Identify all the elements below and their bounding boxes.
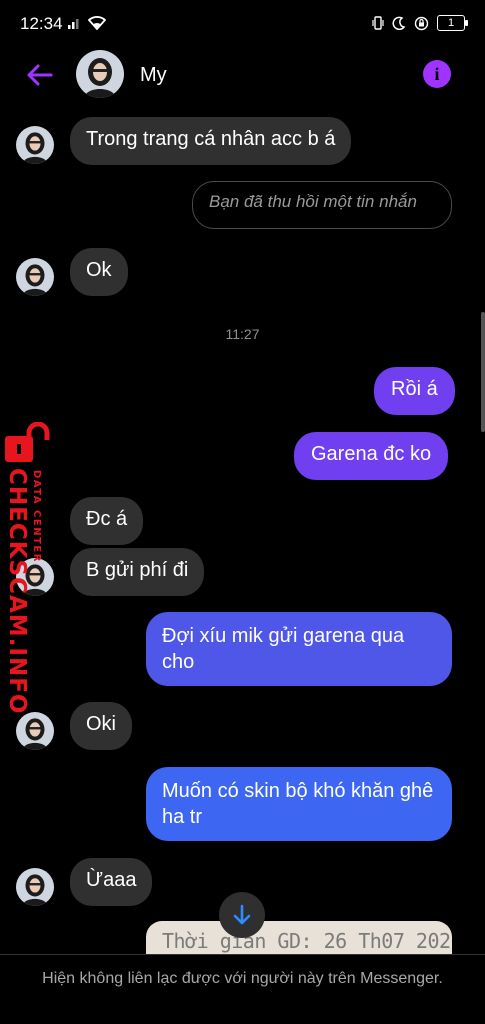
status-time: 12:34 [20, 14, 63, 33]
status-right-icons: 1 [372, 15, 468, 31]
outgoing-message[interactable]: Đợi xíu mik gửi garena qua cho [146, 612, 452, 686]
sender-avatar[interactable] [16, 868, 54, 906]
watermark-tagline: DATA CENTER [31, 470, 42, 563]
contact-avatar[interactable] [76, 50, 124, 98]
image-message-text: Thời gian GD: 26 Th07 2022 [162, 929, 452, 953]
info-icon: i [434, 63, 440, 84]
contact-name[interactable]: My [140, 64, 167, 87]
vibrate-icon [372, 16, 384, 30]
arrow-left-icon [27, 64, 53, 86]
status-bar: 12:34 1 [0, 0, 485, 48]
back-button[interactable] [22, 58, 56, 92]
status-left-icons [68, 16, 106, 30]
sender-avatar[interactable] [16, 258, 54, 296]
conversation-header: My i [0, 48, 485, 104]
info-button[interactable]: i [423, 60, 451, 88]
outgoing-message[interactable]: Muốn có skin bộ khó khăn ghê ha tr [146, 767, 452, 841]
alarm-icon [414, 16, 429, 30]
battery-indicator: 1 [437, 15, 468, 31]
sender-avatar[interactable] [16, 126, 54, 164]
lock-icon [5, 422, 50, 462]
incoming-message[interactable]: Oki [70, 702, 132, 750]
arrow-down-icon [233, 904, 251, 925]
signal-icon [68, 19, 79, 29]
sender-avatar[interactable] [16, 712, 54, 750]
outgoing-message[interactable]: Rồi á [374, 367, 455, 415]
message-timestamp: 11:27 [225, 326, 260, 342]
unavailable-notice: Hiện không liên lạc được với người này t… [42, 970, 443, 987]
outgoing-message[interactable]: Garena đc ko [294, 432, 449, 480]
scrollbar[interactable] [481, 312, 485, 432]
incoming-message[interactable]: Ok [70, 248, 128, 296]
moon-icon [392, 16, 406, 30]
incoming-message[interactable]: Trong trang cá nhân acc b á [70, 117, 352, 165]
watermark-brand: CHECKSCAM.INFO [4, 468, 30, 715]
wifi-icon [88, 16, 106, 30]
incoming-message[interactable]: Đc á [70, 497, 144, 545]
scroll-down-button[interactable] [219, 892, 265, 938]
footer-bar: Hiện không liên lạc được với người này t… [0, 954, 485, 1024]
incoming-message[interactable]: Ừaaa [70, 858, 153, 906]
incoming-message[interactable]: B gửi phí đi [70, 548, 205, 596]
recalled-message[interactable]: Bạn đã thu hồi một tin nhắn [192, 181, 452, 229]
